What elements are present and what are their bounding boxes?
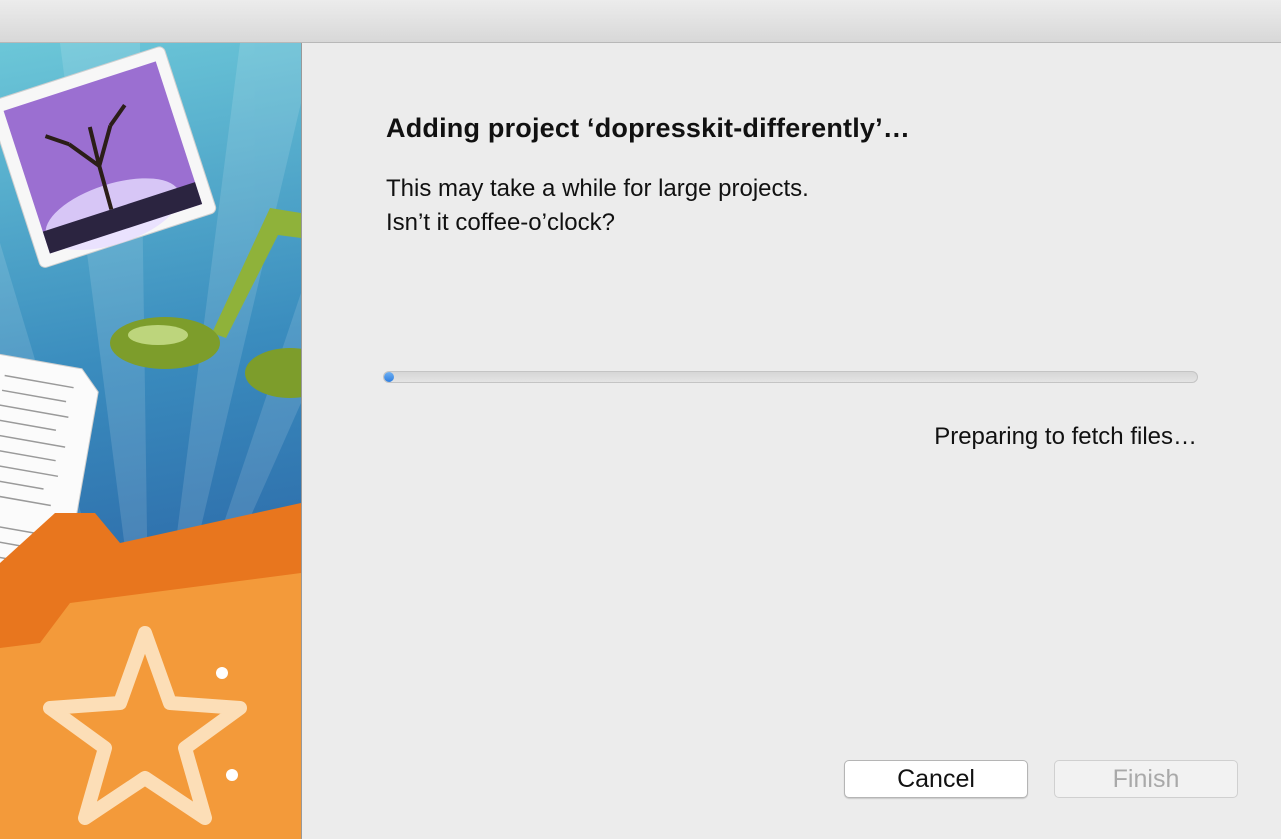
wizard-sidebar-artwork [0,43,302,839]
photo-icon [0,46,217,268]
cancel-button[interactable]: Cancel [844,760,1028,798]
dialog-message-line-1: This may take a while for large projects… [386,175,809,202]
sidebar-illustration [0,43,301,839]
progress-bar-fill [384,372,394,382]
status-text: Preparing to fetch files… [934,423,1197,450]
wizard-content: Adding project ‘dopresskit-differently’…… [302,43,1281,839]
window-titlebar[interactable] [0,0,1281,43]
dialog-heading: Adding project ‘dopresskit-differently’… [386,113,911,143]
finish-button[interactable]: Finish [1054,760,1238,798]
progress-bar [383,371,1198,383]
dialog-message-line-2: Isn’t it coffee-o’clock? [386,209,615,236]
